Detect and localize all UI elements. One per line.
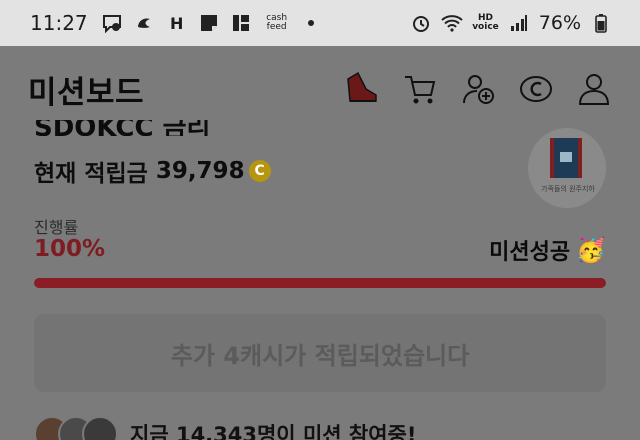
wifi-icon bbox=[441, 13, 463, 33]
shoe-icon[interactable] bbox=[344, 71, 380, 107]
c-coin-icon: C bbox=[248, 160, 271, 182]
more-notifications-dot bbox=[307, 20, 314, 26]
system-icons: HD voice 76% bbox=[410, 12, 612, 34]
hd-voice-icon: HD voice bbox=[472, 13, 499, 32]
h-icon: H bbox=[169, 13, 184, 33]
cart-icon[interactable] bbox=[402, 71, 438, 107]
grid-icon bbox=[230, 13, 252, 33]
add-friend-icon[interactable] bbox=[460, 71, 496, 107]
avatar bbox=[82, 416, 118, 440]
participants-row: 지금 14,343명이 미션 참여중! bbox=[34, 416, 416, 440]
profile-icon[interactable] bbox=[576, 71, 612, 107]
points-value: 39,798 bbox=[155, 158, 245, 184]
app-actions bbox=[344, 71, 612, 107]
thread-icon bbox=[134, 13, 156, 33]
thumbnail-detail bbox=[560, 152, 572, 162]
status-time: 11:27 bbox=[30, 11, 88, 35]
cashfeed-icon: cash feed bbox=[266, 13, 288, 32]
signal-icon bbox=[508, 13, 530, 33]
mission-board-screen: 미션보드 SDOKCC 금리 현재 적립금 39,798 C 가족들의 원주지하… bbox=[0, 46, 640, 440]
reward-notice-button[interactable]: 추가 4캐시가 적립되었습니다 bbox=[34, 314, 606, 392]
progress-bar bbox=[34, 278, 606, 288]
page-title: 미션보드 bbox=[28, 74, 145, 111]
alarm-icon bbox=[410, 13, 432, 33]
coin-icon[interactable] bbox=[518, 71, 554, 107]
thumbnail-caption: 가족들의 원주지하 bbox=[541, 185, 595, 193]
progress-bar-fill bbox=[34, 278, 606, 288]
party-icon: 🥳 bbox=[576, 236, 606, 264]
mission-thumbnail[interactable]: 가족들의 원주지하 bbox=[528, 128, 606, 208]
status-bar: 11:27 H cash feed HD voice 76% bbox=[0, 0, 640, 46]
progress-label: 진행률 bbox=[34, 218, 79, 237]
participants-text: 지금 14,343명이 미션 참여중! bbox=[130, 423, 417, 440]
mission-name: SDOKCC 금리 bbox=[34, 120, 211, 136]
battery-percent: 76% bbox=[538, 12, 581, 34]
points-label: 현재 적립금 bbox=[34, 161, 148, 187]
progress-percent: 100% bbox=[34, 236, 106, 262]
participant-avatars bbox=[34, 416, 118, 440]
status-text: 미션성공 bbox=[489, 240, 571, 265]
current-points: 현재 적립금 39,798 C bbox=[34, 154, 271, 188]
notification-icons: H cash feed bbox=[102, 13, 314, 33]
mission-status: 미션성공 🥳 bbox=[489, 234, 606, 266]
chat-icon bbox=[102, 13, 124, 33]
note-icon bbox=[198, 13, 220, 33]
battery-icon bbox=[590, 13, 612, 33]
